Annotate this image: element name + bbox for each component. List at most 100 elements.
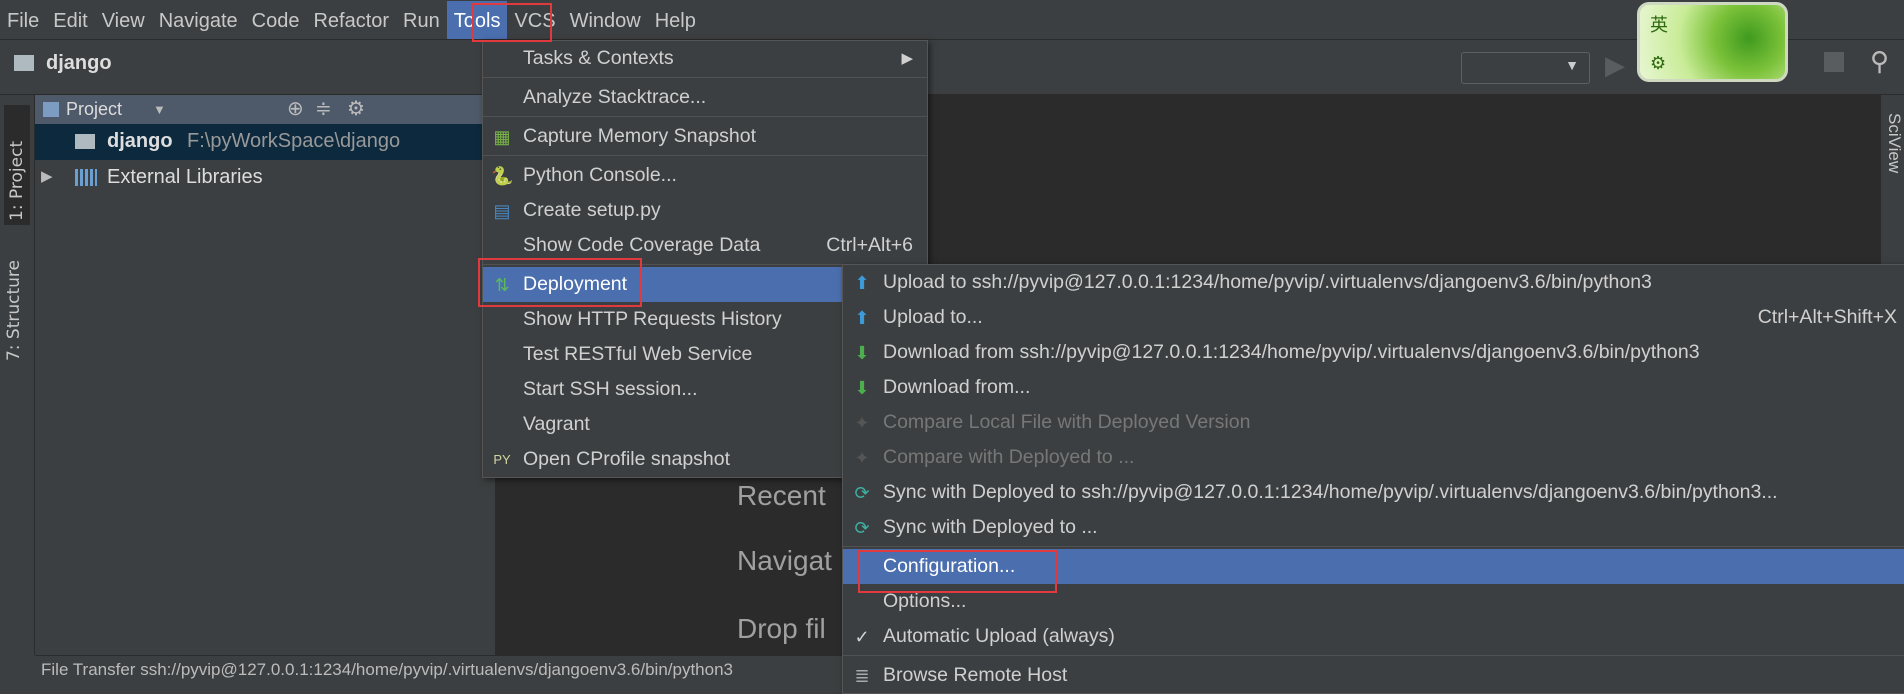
editor-hint-drop: Drop fil xyxy=(737,613,826,644)
chevron-down-icon[interactable]: ▼ xyxy=(153,95,166,124)
tab-structure[interactable]: 7: Structure xyxy=(4,260,24,361)
menu-item-label: Compare with Deployed to ... xyxy=(883,446,1135,468)
library-icon xyxy=(75,169,97,186)
menu-item-label: Show HTTP Requests History xyxy=(523,308,782,330)
menu-item-label: Options... xyxy=(883,590,967,612)
stop-icon[interactable] xyxy=(1824,52,1844,72)
gear-icon[interactable]: ⚙ xyxy=(347,95,365,124)
menu-separator xyxy=(483,155,927,157)
gear-icon[interactable]: ⚙ xyxy=(1650,53,1666,74)
sync-icon: ⟳ xyxy=(854,518,870,538)
shortcut-label: Ctrl+Alt+6 xyxy=(826,234,913,256)
highlight-box-configuration xyxy=(858,550,1057,593)
project-panel: Project ▼ ⊕ ≑ ⚙ django F:\pyWorkSpace\dj… xyxy=(35,95,495,655)
search-icon[interactable]: ⚲ xyxy=(1870,46,1889,77)
menu-bar: File Edit View Navigate Code Refactor Run Tools… xyxy=(0,0,1904,40)
menu-navigate[interactable]: Navigate xyxy=(152,1,245,39)
menu-item-label: Sync with Deployed to ssh://pyvip@127.0.… xyxy=(883,481,1778,503)
submenu-arrow-icon: ▶ xyxy=(901,50,913,67)
menu-separator xyxy=(483,116,927,118)
project-view-selector[interactable]: Project xyxy=(66,95,122,124)
highlight-box-tools xyxy=(472,3,552,42)
memory-icon: ▦ xyxy=(493,127,511,147)
python-icon: 🐍 xyxy=(491,166,514,186)
menu-item-upload-to-ssh-pyvip-127-0-0-1-1234-home-[interactable]: ⬆ Upload to ssh://pyvip@127.0.0.1:1234/ho… xyxy=(843,265,1904,300)
project-icon xyxy=(43,102,59,117)
menu-item-download-from-ssh-pyvip-127-0-0-1-1234-h[interactable]: ⬇ Download from ssh://pyvip@127.0.0.1:123… xyxy=(843,335,1904,370)
menu-item-label: Python Console... xyxy=(523,164,677,186)
menu-item-label: Open CProfile snapshot xyxy=(523,448,731,470)
download-icon: ⬇ xyxy=(854,343,870,363)
deployment-submenu: ⬆ Upload to ssh://pyvip@127.0.0.1:1234/ho… xyxy=(842,264,1904,694)
menu-item-sync-with-deployed-to-ssh-pyvip-127-0-0-[interactable]: ⟳ Sync with Deployed to ssh://pyvip@127.0… xyxy=(843,475,1904,510)
menu-item-label: Analyze Stacktrace... xyxy=(523,86,707,108)
menu-file[interactable]: File xyxy=(0,1,46,39)
run-config-dropdown[interactable]: ▼ xyxy=(1461,52,1590,84)
menu-run[interactable]: Run xyxy=(396,1,447,39)
expand-arrow-icon[interactable]: ▶ xyxy=(41,167,53,185)
upload-icon: ⬆ xyxy=(854,308,870,328)
menu-item-label: Automatic Upload (always) xyxy=(883,625,1115,647)
menu-item-label: Vagrant xyxy=(523,413,590,435)
breadcrumb[interactable]: django xyxy=(46,52,112,75)
ime-language[interactable]: 英 xyxy=(1650,11,1668,37)
menu-item-label: Show Code Coverage Data xyxy=(523,234,761,256)
menu-item-compare-with-deployed-to[interactable]: ✦ Compare with Deployed to ... xyxy=(843,440,1904,475)
menu-item-capture-memory-snapshot[interactable]: ▦ Capture Memory Snapshot xyxy=(483,119,927,154)
menu-item-label: Sync with Deployed to ... xyxy=(883,516,1098,538)
menu-refactor[interactable]: Refactor xyxy=(306,1,396,39)
menu-code[interactable]: Code xyxy=(245,1,307,39)
tree-item-django[interactable]: django F:\pyWorkSpace\django xyxy=(35,124,495,160)
highlight-box-deployment xyxy=(478,258,642,307)
menu-view[interactable]: View xyxy=(95,1,152,39)
project-panel-header: Project ▼ ⊕ ≑ ⚙ xyxy=(35,95,495,124)
tree-item-path: F:\pyWorkSpace\django xyxy=(187,130,401,152)
menu-item-python-console[interactable]: 🐍 Python Console... xyxy=(483,158,927,193)
menu-item-label: Create setup.py xyxy=(523,199,661,221)
run-icon[interactable]: ▶ xyxy=(1605,50,1625,81)
tab-sciview[interactable]: SciView xyxy=(1884,113,1904,173)
menu-item-automatic-upload-always[interactable]: ✓ Automatic Upload (always) xyxy=(843,619,1904,654)
menu-help[interactable]: Help xyxy=(648,1,703,39)
server-icon: ≣ xyxy=(854,666,870,686)
menu-item-upload-to[interactable]: ⬆ Upload to... Ctrl+Alt+Shift+X xyxy=(843,300,1904,335)
menu-item-label: Tasks & Contexts xyxy=(523,47,674,69)
chevron-down-icon: ▼ xyxy=(1565,57,1579,73)
editor-hint-navigation: Navigat xyxy=(737,545,832,576)
menu-item-analyze-stacktrace[interactable]: Analyze Stacktrace... xyxy=(483,80,927,115)
navigation-bar: django ▼ ▶ ⚲ xyxy=(0,40,1904,95)
menu-item-label: Upload to ssh://pyvip@127.0.0.1:1234/hom… xyxy=(883,271,1652,293)
upload-icon: ⬆ xyxy=(854,273,870,293)
python-file-icon: ▤ xyxy=(493,201,511,221)
tree-item-label: External Libraries xyxy=(107,166,263,188)
locate-icon[interactable]: ⊕ xyxy=(287,95,304,124)
menu-item-label: Download from... xyxy=(883,376,1031,398)
menu-separator xyxy=(483,77,927,79)
ime-widget[interactable]: 英 ⚙ xyxy=(1637,2,1788,82)
menu-item-tasks-contexts[interactable]: Tasks & Contexts ▶ xyxy=(483,41,927,76)
menu-item-create-setup-py[interactable]: ▤ Create setup.py xyxy=(483,193,927,228)
menu-edit[interactable]: Edit xyxy=(46,1,94,39)
folder-icon xyxy=(75,134,95,149)
folder-icon xyxy=(14,55,34,71)
menu-item-download-from[interactable]: ⬇ Download from... xyxy=(843,370,1904,405)
menu-item-label: Download from ssh://pyvip@127.0.0.1:1234… xyxy=(883,341,1700,363)
tree-item-external-libraries[interactable]: ▶ External Libraries xyxy=(35,160,495,196)
compare-icon: ✦ xyxy=(854,413,870,433)
menu-item-label: Compare Local File with Deployed Version xyxy=(883,411,1251,433)
menu-window[interactable]: Window xyxy=(563,1,648,39)
tab-project[interactable]: 1: Project xyxy=(4,105,30,225)
menu-item-label: Capture Memory Snapshot xyxy=(523,125,757,147)
left-tool-stripe: 1: Project 7: Structure xyxy=(0,95,35,655)
collapse-icon[interactable]: ≑ xyxy=(315,95,332,124)
menu-item-sync-with-deployed-to[interactable]: ⟳ Sync with Deployed to ... xyxy=(843,510,1904,545)
menu-item-browse-remote-host[interactable]: ≣ Browse Remote Host xyxy=(843,658,1904,693)
download-icon: ⬇ xyxy=(854,378,870,398)
menu-item-label: Start SSH session... xyxy=(523,378,698,400)
cprofile-icon: PY xyxy=(493,452,511,467)
menu-item-label: Test RESTful Web Service xyxy=(523,343,753,365)
menu-item-compare-local-file-with-deployed-version[interactable]: ✦ Compare Local File with Deployed Versio… xyxy=(843,405,1904,440)
menu-separator xyxy=(843,546,1904,548)
menu-separator xyxy=(843,655,1904,657)
compare-icon: ✦ xyxy=(854,448,870,468)
